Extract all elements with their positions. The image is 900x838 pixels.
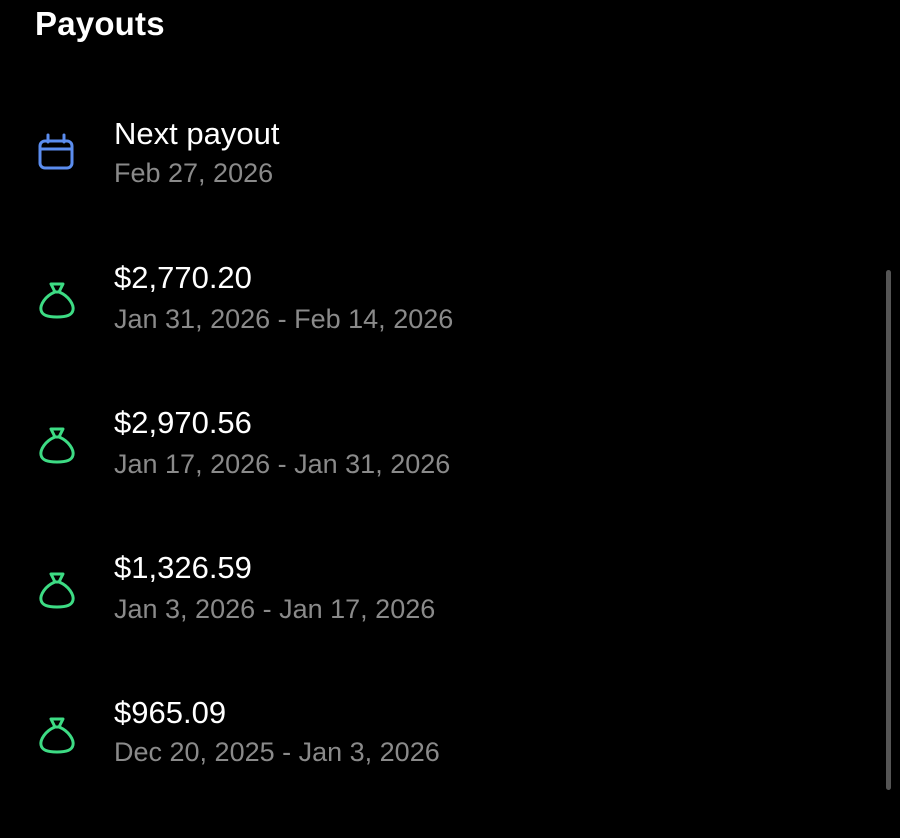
- payout-row[interactable]: $965.09 Dec 20, 2025 - Jan 3, 2026: [0, 693, 880, 838]
- payout-period: Jan 31, 2026 - Feb 14, 2026: [114, 304, 454, 334]
- next-payout-row[interactable]: Next payout Feb 27, 2026: [0, 112, 880, 257]
- money-bag-icon: [35, 713, 79, 757]
- calendar-icon: [35, 130, 79, 174]
- scrollbar[interactable]: [886, 270, 891, 790]
- next-payout-label: Next payout: [114, 116, 280, 151]
- payouts-list: Next payout Feb 27, 2026 $2,770.20 Jan 3…: [0, 0, 880, 782]
- next-payout-date: Feb 27, 2026: [114, 158, 274, 188]
- payout-row[interactable]: $2,970.56 Jan 17, 2026 - Jan 31, 2026: [0, 403, 880, 548]
- payout-period: Jan 3, 2026 - Jan 17, 2026: [114, 594, 436, 624]
- money-bag-icon: [35, 568, 79, 612]
- payout-amount: $2,770.20: [114, 260, 252, 295]
- money-bag-icon: [35, 423, 79, 467]
- payout-period: Dec 20, 2025 - Jan 3, 2026: [114, 737, 440, 767]
- payout-amount: $965.09: [114, 695, 227, 730]
- payout-row[interactable]: $2,770.20 Jan 31, 2026 - Feb 14, 2026: [0, 258, 880, 403]
- payout-amount: $1,326.59: [114, 550, 252, 585]
- payout-amount: $2,970.56: [114, 405, 252, 440]
- payout-period: Jan 17, 2026 - Jan 31, 2026: [114, 449, 451, 479]
- payout-row[interactable]: $1,326.59 Jan 3, 2026 - Jan 17, 2026: [0, 548, 880, 693]
- money-bag-icon: [35, 278, 79, 322]
